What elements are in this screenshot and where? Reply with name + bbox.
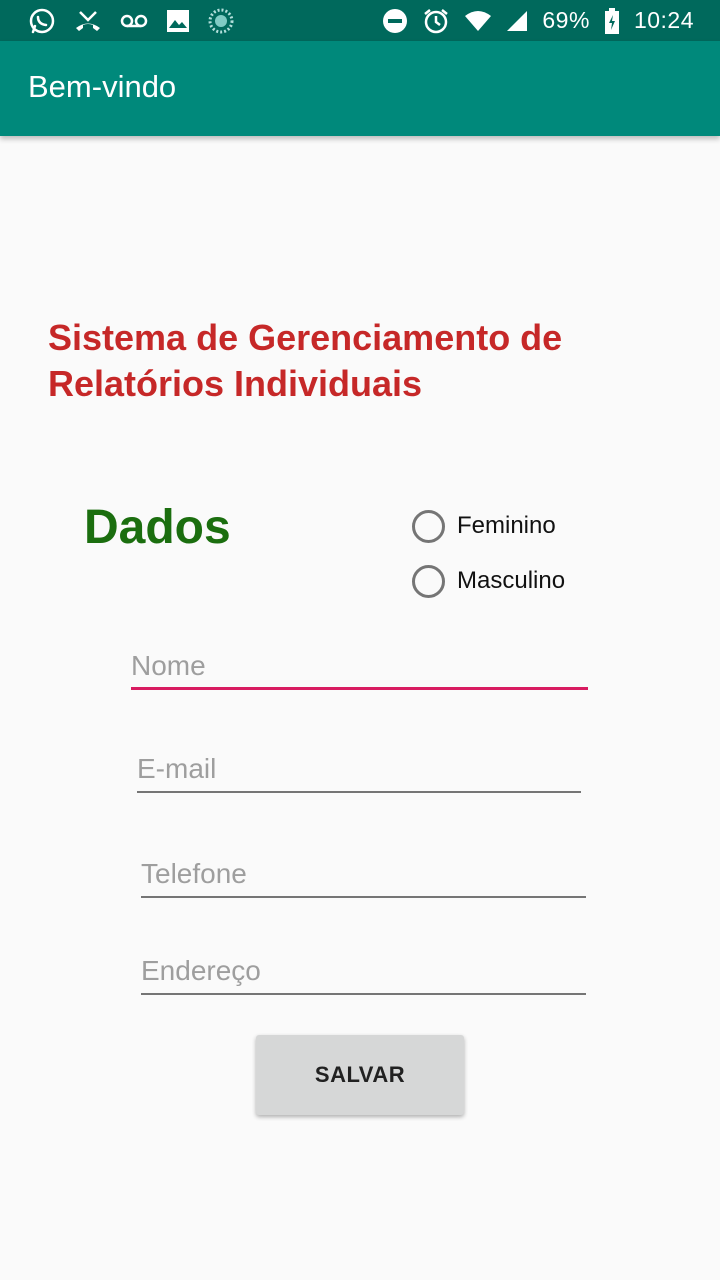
email-field[interactable] (137, 747, 581, 793)
status-bar: 69% 10:24 (0, 0, 720, 41)
voicemail-icon (120, 13, 148, 29)
radio-feminino[interactable]: Feminino (412, 508, 556, 544)
wifi-icon (464, 10, 492, 32)
sync-circle-icon (208, 8, 234, 34)
app-bar: Bem-vindo (0, 41, 720, 136)
phone-field[interactable] (141, 852, 586, 898)
name-input[interactable] (131, 644, 588, 688)
name-field[interactable] (131, 644, 588, 690)
radio-button-icon[interactable] (412, 509, 445, 543)
page-title: Sistema de Gerenciamento de Relatórios I… (48, 317, 563, 404)
email-field-underline (137, 791, 581, 793)
radio-masculino[interactable]: Masculino (412, 563, 565, 599)
save-button[interactable]: SALVAR (256, 1035, 464, 1115)
radio-label-masculino: Masculino (457, 567, 566, 594)
alarm-icon (422, 7, 450, 35)
image-icon (166, 9, 190, 33)
do-not-disturb-icon (382, 8, 408, 34)
radio-button-icon[interactable] (412, 564, 445, 598)
address-input[interactable] (141, 949, 586, 993)
system-icons: 69% 10:24 (382, 0, 694, 41)
phone-field-underline (141, 896, 586, 898)
missed-call-icon (74, 9, 102, 33)
whatsapp-icon (28, 7, 56, 35)
name-field-underline (131, 687, 588, 690)
phone-input[interactable] (141, 852, 586, 896)
battery-charging-icon (604, 7, 620, 35)
notification-icons (28, 0, 234, 41)
address-field-underline (141, 993, 586, 995)
section-label-dados: Dados (84, 501, 231, 554)
app-title: Bem-vindo (28, 69, 177, 104)
battery-percentage: 69% (542, 7, 590, 33)
clock: 10:24 (633, 7, 694, 33)
radio-label-feminino: Feminino (457, 512, 556, 539)
address-field[interactable] (141, 949, 586, 995)
signal-icon (506, 10, 528, 32)
email-input[interactable] (137, 747, 581, 791)
